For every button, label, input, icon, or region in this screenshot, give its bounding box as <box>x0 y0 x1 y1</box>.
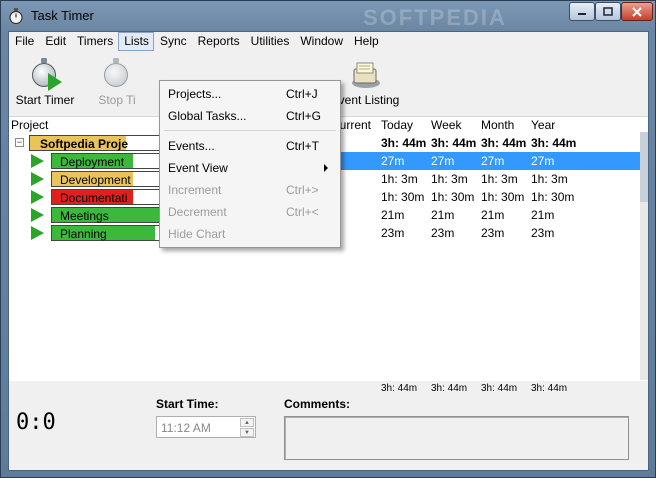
task-name: Development <box>60 173 131 187</box>
col-project[interactable]: Project <box>11 118 48 132</box>
menu-separator <box>164 130 336 131</box>
menu-event-view[interactable]: Event View <box>160 157 340 179</box>
task-week: 27m <box>431 154 455 168</box>
minimize-button[interactable] <box>569 2 595 21</box>
event-listing-icon <box>352 62 380 88</box>
play-task-icon[interactable] <box>31 226 44 240</box>
play-task-icon[interactable] <box>31 208 44 222</box>
stopwatch-icon <box>9 8 23 24</box>
task-name: Meetings <box>60 209 109 223</box>
menu-window[interactable]: Window <box>294 32 348 51</box>
start-time-field[interactable]: 11:12 AM ▲ ▼ <box>156 416 256 438</box>
total-month: 3h: 44m <box>481 383 518 394</box>
watermark: SOFTPEDIA <box>363 5 507 30</box>
task-year: 1h: 30m <box>531 190 575 204</box>
task-today: 1h: 30m <box>381 190 425 204</box>
project-name: Softpedia Proje <box>40 137 129 151</box>
col-week[interactable]: Week <box>431 118 461 132</box>
menu-bar: File Edit Timers Lists Sync Reports Util… <box>9 32 648 51</box>
spin-up-icon[interactable]: ▲ <box>240 418 254 427</box>
task-year: 27m <box>531 154 555 168</box>
project-year: 3h: 44m <box>531 136 577 150</box>
task-week: 1h: 30m <box>431 190 475 204</box>
spin-down-icon[interactable]: ▼ <box>240 428 254 437</box>
menu-hide-chart: Hide Chart <box>168 227 226 241</box>
menu-help[interactable]: Help <box>348 32 384 51</box>
task-week: 1h: 3m <box>431 172 468 186</box>
start-timer-button[interactable]: Start Timer <box>13 51 77 113</box>
project-month: 3h: 44m <box>481 136 527 150</box>
window-title: Task Timer <box>31 8 94 23</box>
task-year: 1h: 3m <box>531 172 568 186</box>
menu-global-tasks[interactable]: Global Tasks... Ctrl+G <box>160 105 340 127</box>
task-year: 23m <box>531 226 555 240</box>
task-today: 23m <box>381 226 405 240</box>
menu-projects[interactable]: Projects... Ctrl+J <box>160 83 340 105</box>
menu-lists[interactable]: Lists <box>118 32 154 51</box>
stop-timer-label: Stop Ti <box>98 93 136 107</box>
task-year: 21m <box>531 208 555 222</box>
start-time-label: Start Time: <box>156 397 219 411</box>
task-month: 1h: 30m <box>481 190 525 204</box>
task-month: 27m <box>481 154 505 168</box>
menu-decrement: Decrement Ctrl+< <box>168 205 319 219</box>
task-name: Deployment <box>60 155 125 169</box>
elapsed-timer-display: 0:0 <box>16 410 56 435</box>
comments-field[interactable] <box>284 416 629 460</box>
close-icon <box>632 6 642 17</box>
task-week: 23m <box>431 226 455 240</box>
menu-edit[interactable]: Edit <box>39 32 71 51</box>
app-window: Task Timer SOFTPEDIA File Edit Timers Li… <box>0 0 656 478</box>
col-month[interactable]: Month <box>481 118 514 132</box>
play-task-icon[interactable] <box>31 154 44 168</box>
task-month: 21m <box>481 208 505 222</box>
menu-events[interactable]: Events... Ctrl+T <box>160 135 340 157</box>
menu-sync[interactable]: Sync <box>154 32 192 51</box>
maximize-button[interactable] <box>595 2 621 21</box>
title-bar[interactable]: Task Timer SOFTPEDIA <box>1 1 655 31</box>
lists-dropdown-menu: Projects... Ctrl+J Global Tasks... Ctrl+G … <box>159 80 341 248</box>
task-name: Planning <box>60 227 107 241</box>
play-task-icon[interactable] <box>31 172 44 186</box>
task-today: 27m <box>381 154 405 168</box>
totals-row: 3h: 44m 3h: 44m 3h: 44m 3h: 44m <box>9 381 648 395</box>
task-month: 23m <box>481 226 505 240</box>
col-year[interactable]: Year <box>531 118 555 132</box>
comments-label: Comments: <box>284 397 351 411</box>
total-year: 3h: 44m <box>531 383 568 394</box>
task-week: 21m <box>431 208 455 222</box>
project-today: 3h: 44m <box>381 136 427 150</box>
task-month: 1h: 3m <box>481 172 518 186</box>
start-timer-icon <box>28 57 62 91</box>
maximize-icon <box>603 7 613 16</box>
stop-timer-icon <box>100 57 134 91</box>
vertical-scrollbar[interactable] <box>640 132 648 380</box>
project-week: 3h: 44m <box>431 136 477 150</box>
menu-timers[interactable]: Timers <box>71 32 118 51</box>
total-today: 3h: 44m <box>381 383 418 394</box>
close-button[interactable] <box>621 2 653 21</box>
task-today: 1h: 3m <box>381 172 418 186</box>
task-today: 21m <box>381 208 405 222</box>
collapse-icon[interactable]: − <box>15 138 24 147</box>
start-time-value: 11:12 AM <box>161 421 211 435</box>
submenu-arrow-icon <box>324 164 328 172</box>
menu-reports[interactable]: Reports <box>192 32 245 51</box>
start-timer-label: Start Timer <box>15 93 75 107</box>
stop-timer-button[interactable]: Stop Ti <box>85 51 149 113</box>
task-name: Documentati <box>60 191 128 205</box>
scrollbar-thumb[interactable] <box>640 132 648 202</box>
client-area: File Edit Timers Lists Sync Reports Util… <box>8 31 649 471</box>
minimize-icon <box>578 12 586 15</box>
menu-file[interactable]: File <box>9 32 39 51</box>
total-week: 3h: 44m <box>431 383 468 394</box>
col-today[interactable]: Today <box>381 118 413 132</box>
play-task-icon[interactable] <box>31 190 44 204</box>
menu-utilities[interactable]: Utilities <box>245 32 295 51</box>
menu-increment: Increment Ctrl+> <box>168 183 319 197</box>
